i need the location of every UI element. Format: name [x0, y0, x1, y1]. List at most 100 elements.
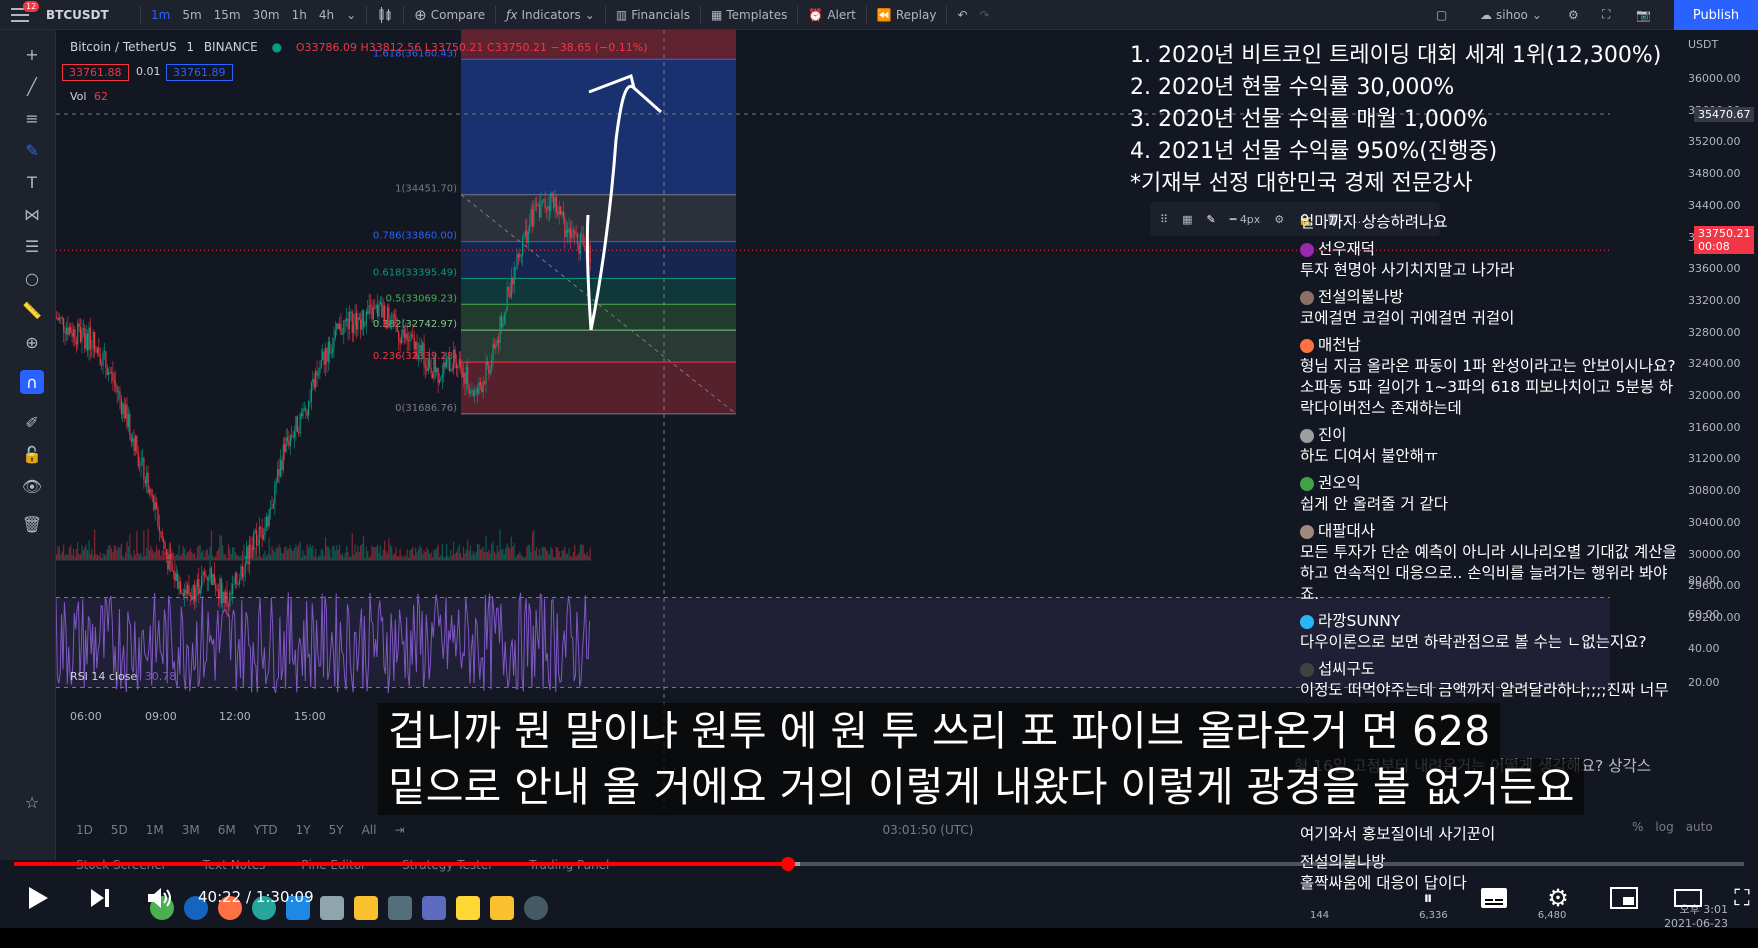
interval-5m[interactable]: 5m	[176, 0, 207, 30]
subtitles-button[interactable]	[1476, 880, 1512, 916]
sell-price-box[interactable]: 33761.88	[62, 64, 129, 81]
chat-author-name: 섭씨구도	[1318, 660, 1376, 678]
text-icon[interactable]: T	[20, 170, 44, 194]
volume-bar	[299, 541, 301, 560]
range-1m[interactable]: 1M	[146, 823, 164, 837]
alert-button[interactable]: ⏰ Alert	[802, 0, 862, 30]
publish-button[interactable]: Publish	[1674, 0, 1758, 30]
compare-button[interactable]: ⊕ Compare	[408, 0, 491, 30]
play-button[interactable]	[20, 880, 56, 916]
line-width-button[interactable]: ━ 4px	[1230, 213, 1261, 226]
rsi-value: 30.78	[144, 670, 177, 683]
range-1y[interactable]: 1Y	[296, 823, 311, 837]
redo-button[interactable]: ↷	[974, 0, 996, 30]
range-6m[interactable]: 6M	[218, 823, 236, 837]
settings-button[interactable]: ⚙	[1562, 0, 1585, 30]
settings-button[interactable]: ⚙	[1540, 880, 1576, 916]
trend-line-icon[interactable]: ╱	[20, 74, 44, 98]
candle-body	[215, 584, 217, 589]
interval-4h[interactable]: 4h	[313, 0, 340, 30]
video-progress-bar[interactable]	[14, 857, 1744, 871]
candle-body	[306, 411, 308, 416]
lock-icon[interactable]: 🔓	[20, 442, 44, 466]
interval-1m[interactable]: 1m	[145, 0, 176, 30]
candle-body	[551, 192, 553, 197]
ruler-icon[interactable]: 📏	[20, 298, 44, 322]
indicators-button[interactable]: ƒx Indicators ⌄	[500, 0, 601, 30]
pause-badge-button[interactable]: ⏸	[1410, 880, 1446, 916]
range-3m[interactable]: 3M	[182, 823, 200, 837]
volume-bar	[479, 549, 481, 560]
star-icon[interactable]: ☆	[20, 790, 44, 814]
candle-body	[116, 385, 118, 393]
zoom-icon[interactable]: ⊕	[20, 330, 44, 354]
candle-body	[103, 351, 106, 353]
templates-grid-icon[interactable]: ▦	[1182, 213, 1192, 226]
templates-button[interactable]: ▦ Templates	[705, 0, 793, 30]
candle-body	[85, 333, 87, 349]
volume-bar	[246, 551, 248, 560]
range-5d[interactable]: 5D	[111, 823, 128, 837]
layout-button[interactable]: ▢	[1430, 0, 1453, 30]
chart-type-button[interactable]	[371, 0, 399, 30]
volume-bar	[193, 552, 196, 560]
replay-button[interactable]: ⏪ Replay	[871, 0, 943, 30]
volume-button[interactable]	[142, 880, 178, 916]
range-ytd[interactable]: YTD	[254, 823, 278, 837]
fullscreen-button[interactable]: ⛶	[1596, 0, 1616, 30]
range-5y[interactable]: 5Y	[329, 823, 344, 837]
candle-body	[257, 544, 259, 546]
volume-bar	[210, 530, 213, 560]
interval-dropdown-icon[interactable]: ⌄	[340, 0, 362, 30]
candle-body	[139, 465, 141, 467]
goto-date-icon[interactable]: ⇥	[394, 823, 404, 837]
ellipse-icon[interactable]: ○	[20, 266, 44, 290]
next-button[interactable]	[82, 880, 118, 916]
volume-bar	[388, 538, 390, 560]
ruler-lines-icon[interactable]: ☰	[20, 234, 44, 258]
eye-icon[interactable]: 👁	[20, 474, 44, 498]
undo-button[interactable]: ↶	[951, 0, 973, 30]
volume-bar	[78, 554, 80, 560]
candle-body	[416, 341, 418, 360]
auto-toggle[interactable]: auto	[1686, 820, 1713, 834]
volume-bar	[538, 548, 541, 560]
fullscreen-button[interactable]: ⛶	[1724, 880, 1758, 916]
user-cloud-menu[interactable]: ☁ sihoo ⌄	[1474, 0, 1548, 30]
avatar	[1300, 242, 1314, 257]
pencil-lock-icon[interactable]: ✐	[20, 410, 44, 434]
interval-30m[interactable]: 30m	[247, 0, 286, 30]
range-1d[interactable]: 1D	[76, 823, 93, 837]
financials-button[interactable]: ▥ Financials	[610, 0, 696, 30]
volume-bar	[65, 554, 68, 560]
candles-icon	[379, 6, 391, 23]
candle-body	[338, 323, 341, 329]
interval-1h[interactable]: 1h	[286, 0, 313, 30]
brush-icon[interactable]: ✎	[20, 138, 44, 162]
crosshair-icon[interactable]: +	[20, 42, 44, 66]
volume-bar	[264, 550, 266, 560]
interval-15m[interactable]: 15m	[208, 0, 247, 30]
range-all[interactable]: All	[362, 823, 377, 837]
symbol-search[interactable]: BTCUSDT	[40, 0, 136, 30]
drag-handle-icon[interactable]: ⠿	[1160, 213, 1168, 226]
pattern-icon[interactable]: ⋈	[20, 202, 44, 226]
candle-body	[516, 253, 518, 269]
candle-body	[68, 327, 70, 335]
volume-bar	[391, 546, 393, 560]
theater-mode-button[interactable]	[1670, 880, 1706, 916]
settings-icon[interactable]: ⚙	[1274, 213, 1284, 226]
magnet-icon[interactable]: ∩	[20, 370, 44, 394]
candle-body	[433, 356, 435, 379]
volume-bar	[302, 550, 304, 560]
miniplayer-button[interactable]	[1606, 880, 1642, 916]
pencil-color-icon[interactable]: ✎	[1206, 213, 1215, 226]
menu-icon[interactable]: 12	[0, 0, 40, 30]
volume-bar	[57, 545, 59, 560]
utc-clock[interactable]: 03:01:50 (UTC)	[883, 823, 974, 837]
screenshot-button[interactable]: 📷	[1630, 0, 1657, 30]
buy-price-box[interactable]: 33761.89	[166, 64, 233, 81]
parallel-lines-icon[interactable]: ≡	[20, 106, 44, 130]
candle-body	[420, 344, 422, 352]
trash-icon[interactable]: 🗑	[20, 512, 44, 536]
